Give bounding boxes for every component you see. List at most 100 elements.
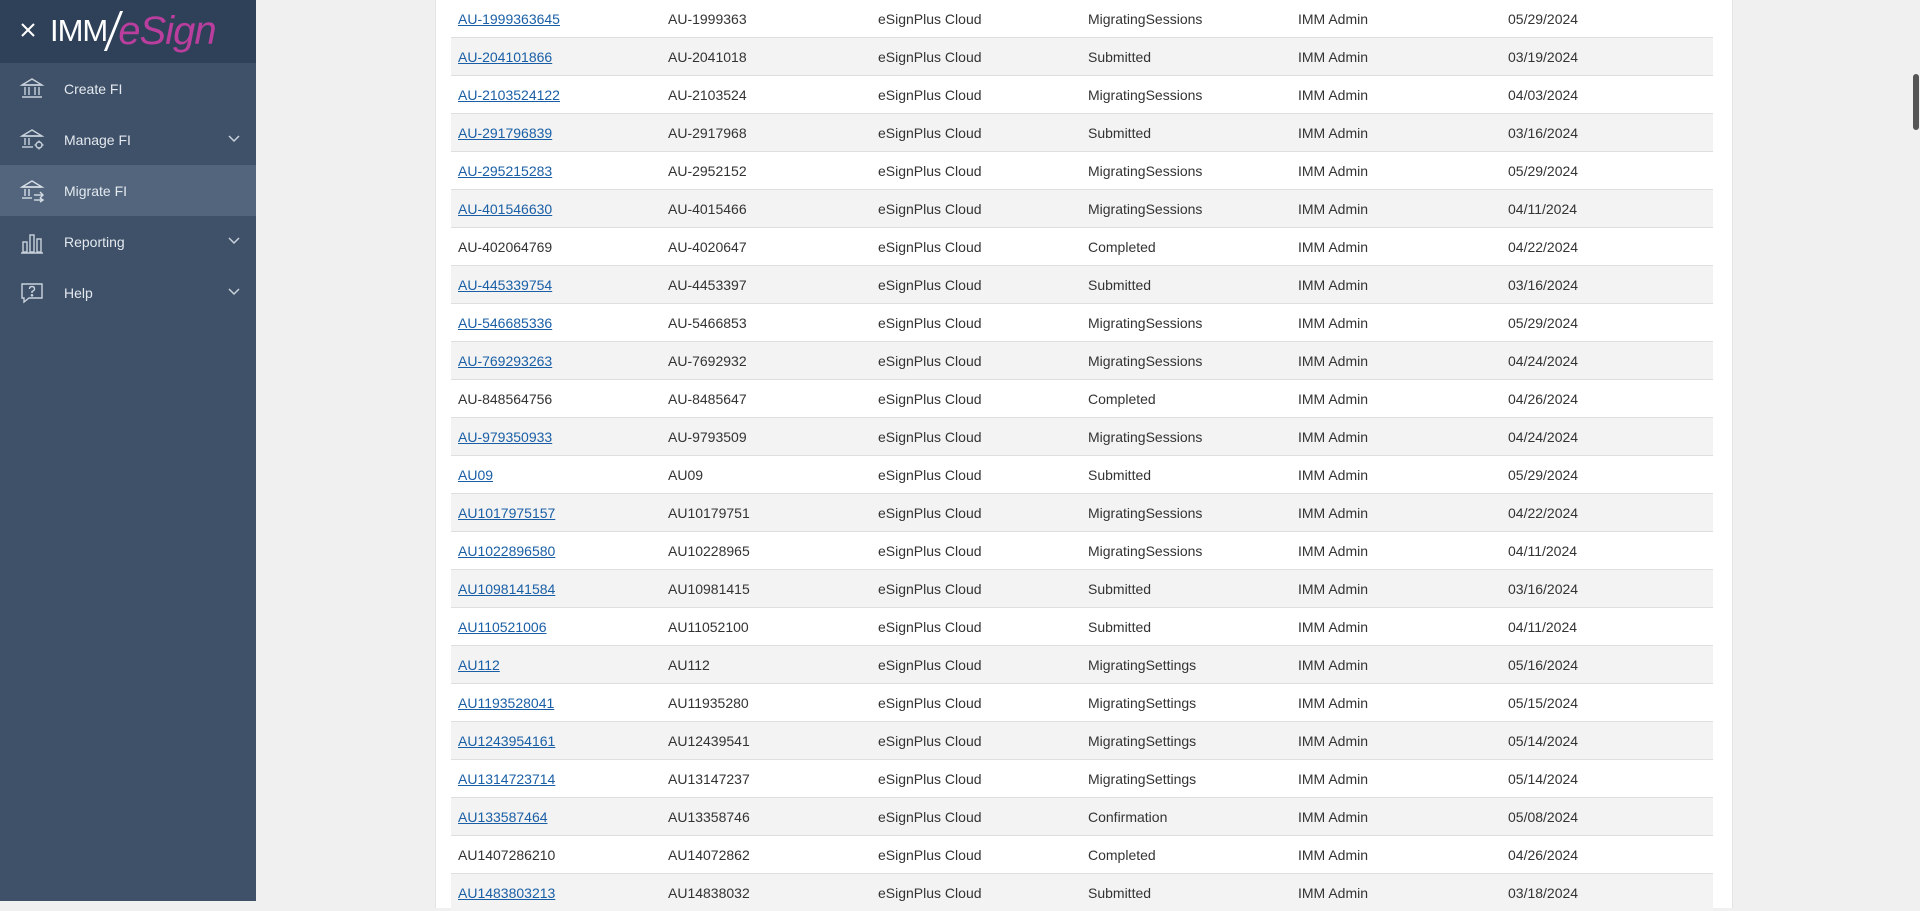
cell-date: 04/26/2024 [1501,380,1713,418]
fi-id-link[interactable]: AU-2103524122 [458,87,560,103]
migration-table-body: AU-1999363645AU-1999363eSignPlus CloudMi… [451,0,1713,911]
cell-status: MigratingSettings [1081,760,1291,798]
cell-date: 04/03/2024 [1501,76,1713,114]
fi-id-link[interactable]: AU1314723714 [458,771,555,787]
cell-user: IMM Admin [1291,380,1501,418]
cell-id: AU1193528041 [451,684,661,722]
cell-user: IMM Admin [1291,456,1501,494]
sidebar-item-reporting[interactable]: Reporting [0,216,256,267]
cell-date: 03/19/2024 [1501,38,1713,76]
fi-id-link[interactable]: AU-1999363645 [458,11,560,27]
fi-id-link[interactable]: AU112 [458,657,500,673]
cell-platform: eSignPlus Cloud [871,114,1081,152]
fi-id-link[interactable]: AU1098141584 [458,581,555,597]
cell-code: AU-2952152 [661,152,871,190]
sidebar-item-create-fi[interactable]: Create FI [0,63,256,114]
table-row: AU1017975157AU10179751eSignPlus CloudMig… [451,494,1713,532]
cell-id: AU-291796839 [451,114,661,152]
cell-platform: eSignPlus Cloud [871,380,1081,418]
cell-status: Completed [1081,228,1291,266]
logo-esign-text: eSign [118,9,215,54]
close-icon[interactable] [18,20,38,40]
fi-id-link[interactable]: AU-445339754 [458,277,552,293]
cell-id: AU-546685336 [451,304,661,342]
cell-id: AU1098141584 [451,570,661,608]
fi-id-link[interactable]: AU1193528041 [458,695,554,711]
sidebar: IMM eSign Create FI [0,0,256,901]
cell-status: MigratingSessions [1081,152,1291,190]
cell-code: AU10981415 [661,570,871,608]
sidebar-item-label: Reporting [64,234,125,250]
fi-id-link[interactable]: AU133587464 [458,809,548,825]
sidebar-item-manage-fi[interactable]: Manage FI [0,114,256,165]
migration-table: AU-1999363645AU-1999363eSignPlus CloudMi… [451,0,1713,911]
fi-id-link[interactable]: AU110521006 [458,619,546,635]
cell-code: AU-2103524 [661,76,871,114]
cell-id: AU-204101866 [451,38,661,76]
cell-platform: eSignPlus Cloud [871,342,1081,380]
cell-platform: eSignPlus Cloud [871,0,1081,38]
app-logo: IMM eSign [50,6,216,56]
cell-id: AU1243954161 [451,722,661,760]
cell-status: MigratingSettings [1081,722,1291,760]
cell-id: AU1483803213 [451,874,661,911]
bank-icon [19,76,45,102]
table-row: AU-848564756AU-8485647eSignPlus CloudCom… [451,380,1713,418]
fi-id-link[interactable]: AU-546685336 [458,315,552,331]
table-row: AU09AU09eSignPlus CloudSubmittedIMM Admi… [451,456,1713,494]
cell-status: MigratingSessions [1081,0,1291,38]
cell-status: Submitted [1081,114,1291,152]
cell-id: AU-445339754 [451,266,661,304]
cell-date: 04/22/2024 [1501,228,1713,266]
cell-date: 05/15/2024 [1501,684,1713,722]
cell-date: 05/29/2024 [1501,304,1713,342]
cell-user: IMM Admin [1291,266,1501,304]
fi-id-link[interactable]: AU1022896580 [458,543,555,559]
cell-platform: eSignPlus Cloud [871,456,1081,494]
table-row: AU1407286210AU14072862eSignPlus CloudCom… [451,836,1713,874]
fi-id-link[interactable]: AU-979350933 [458,429,552,445]
cell-code: AU11935280 [661,684,871,722]
cell-id: AU-401546630 [451,190,661,228]
cell-status: MigratingSessions [1081,532,1291,570]
cell-platform: eSignPlus Cloud [871,760,1081,798]
cell-id: AU-402064769 [451,228,661,266]
fi-id-link[interactable]: AU09 [458,467,493,483]
cell-platform: eSignPlus Cloud [871,570,1081,608]
cell-platform: eSignPlus Cloud [871,608,1081,646]
sidebar-item-label: Manage FI [64,132,131,148]
table-row: AU1314723714AU13147237eSignPlus CloudMig… [451,760,1713,798]
sidebar-item-help[interactable]: Help [0,267,256,318]
sidebar-item-migrate-fi[interactable]: Migrate FI [0,165,256,216]
cell-user: IMM Admin [1291,798,1501,836]
table-row: AU110521006AU11052100eSignPlus CloudSubm… [451,608,1713,646]
logo-imm-text: IMM [50,13,107,49]
table-row: AU1022896580AU10228965eSignPlus CloudMig… [451,532,1713,570]
cell-user: IMM Admin [1291,152,1501,190]
cell-user: IMM Admin [1291,114,1501,152]
fi-id-link[interactable]: AU1017975157 [458,505,555,521]
fi-id-link[interactable]: AU-401546630 [458,201,552,217]
cell-status: MigratingSessions [1081,304,1291,342]
fi-id-link[interactable]: AU-769293263 [458,353,552,369]
table-row: AU-204101866AU-2041018eSignPlus CloudSub… [451,38,1713,76]
page-scrollbar[interactable] [1910,0,1920,901]
cell-id: AU-769293263 [451,342,661,380]
cell-status: Completed [1081,380,1291,418]
sidebar-item-label: Create FI [64,81,122,97]
scrollbar-thumb[interactable] [1913,74,1919,130]
cell-platform: eSignPlus Cloud [871,418,1081,456]
cell-code: AU11052100 [661,608,871,646]
cell-code: AU10228965 [661,532,871,570]
fi-id-link[interactable]: AU1243954161 [458,733,555,749]
fi-id-link[interactable]: AU-204101866 [458,49,552,65]
cell-status: MigratingSessions [1081,190,1291,228]
table-row: AU1243954161AU12439541eSignPlus CloudMig… [451,722,1713,760]
fi-id-link[interactable]: AU-291796839 [458,125,552,141]
cell-user: IMM Admin [1291,874,1501,911]
table-row: AU-979350933AU-9793509eSignPlus CloudMig… [451,418,1713,456]
cell-id: AU1017975157 [451,494,661,532]
table-row: AU-445339754AU-4453397eSignPlus CloudSub… [451,266,1713,304]
fi-id-link[interactable]: AU1483803213 [458,885,555,901]
fi-id-link[interactable]: AU-295215283 [458,163,552,179]
